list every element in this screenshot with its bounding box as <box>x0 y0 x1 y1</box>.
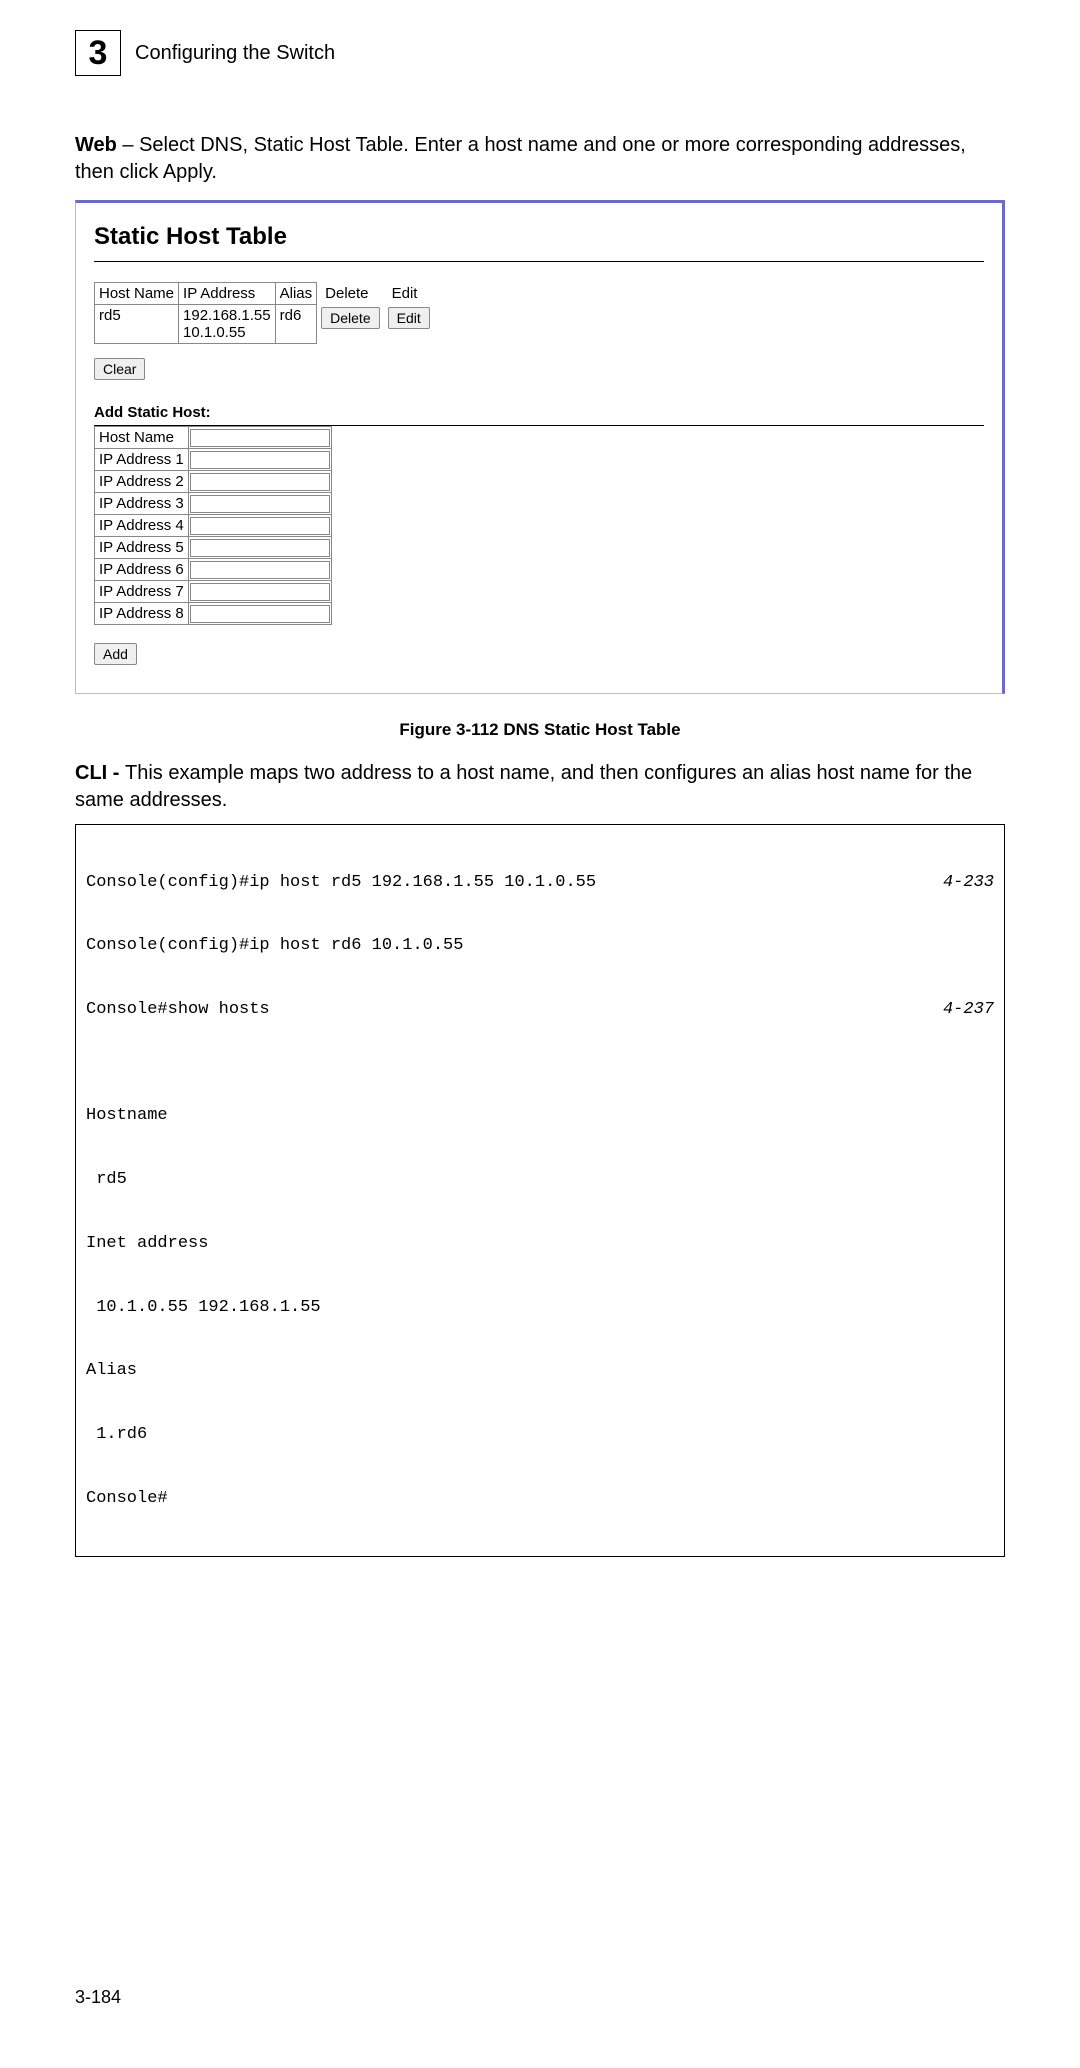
cli-line: Inet address <box>86 1233 208 1254</box>
cli-label: CLI - <box>75 762 125 784</box>
cli-line: Console#show hosts <box>86 999 270 1020</box>
cli-line: Console# <box>86 1488 168 1509</box>
col-delete: Delete <box>317 283 384 305</box>
field-label: IP Address 6 <box>95 559 189 581</box>
field-label: IP Address 7 <box>95 581 189 603</box>
ip-address-2-input[interactable] <box>190 473 330 491</box>
cli-line: rd5 <box>86 1169 127 1190</box>
chapter-number-box: 3 <box>75 30 121 76</box>
table-row: rd5 192.168.1.55 10.1.0.55 rd6 Delete Ed… <box>95 305 434 344</box>
col-ip-address: IP Address <box>179 283 276 305</box>
delete-button[interactable]: Delete <box>321 307 379 329</box>
cli-line: Hostname <box>86 1105 168 1126</box>
add-button[interactable]: Add <box>94 643 137 665</box>
field-label: IP Address 3 <box>95 493 189 515</box>
col-edit: Edit <box>384 283 434 305</box>
cli-ref: 4-237 <box>943 999 994 1020</box>
host-name-input[interactable] <box>190 429 330 447</box>
ip-address-6-input[interactable] <box>190 561 330 579</box>
web-label: Web <box>75 134 117 156</box>
cli-line: Console(config)#ip host rd5 192.168.1.55… <box>86 872 596 893</box>
figure-caption: Figure 3-112 DNS Static Host Table <box>75 720 1005 740</box>
edit-button[interactable]: Edit <box>388 307 430 329</box>
col-alias: Alias <box>275 283 317 305</box>
field-label: IP Address 4 <box>95 515 189 537</box>
host-table-header-row: Host Name IP Address Alias Delete Edit <box>95 283 434 305</box>
field-label: IP Address 2 <box>95 471 189 493</box>
cli-intro-paragraph: CLI - This example maps two address to a… <box>75 760 1005 814</box>
chapter-title: Configuring the Switch <box>135 42 335 65</box>
field-label: IP Address 8 <box>95 603 189 625</box>
cli-line: 10.1.0.55 192.168.1.55 <box>86 1297 321 1318</box>
ip-address-8-input[interactable] <box>190 605 330 623</box>
cli-intro-text: This example maps two address to a host … <box>75 762 972 811</box>
figure-title: Static Host Table <box>94 223 984 251</box>
clear-button[interactable]: Clear <box>94 358 145 380</box>
page-header: 3 Configuring the Switch <box>75 30 1005 76</box>
figure-frame: Static Host Table Host Name IP Address A… <box>75 200 1005 694</box>
cli-line: Console(config)#ip host rd6 10.1.0.55 <box>86 935 463 956</box>
field-label: IP Address 1 <box>95 449 189 471</box>
cell-alias: rd6 <box>275 305 317 344</box>
cli-line: Alias <box>86 1360 137 1381</box>
add-static-host-table: Host Name IP Address 1 IP Address 2 IP A… <box>94 426 332 625</box>
add-static-host-title: Add Static Host: <box>94 404 984 421</box>
ip-address-4-input[interactable] <box>190 517 330 535</box>
cli-output-block: Console(config)#ip host rd5 192.168.1.55… <box>75 824 1005 1557</box>
ip-address-1-input[interactable] <box>190 451 330 469</box>
cell-host-name: rd5 <box>95 305 179 344</box>
chapter-number: 3 <box>89 34 108 73</box>
field-label: Host Name <box>95 427 189 449</box>
ip-address-5-input[interactable] <box>190 539 330 557</box>
field-label: IP Address 5 <box>95 537 189 559</box>
ip-address-3-input[interactable] <box>190 495 330 513</box>
cell-ip-address: 192.168.1.55 10.1.0.55 <box>179 305 276 344</box>
web-intro-text: – Select DNS, Static Host Table. Enter a… <box>75 134 966 183</box>
cli-ref: 4-233 <box>943 872 994 893</box>
figure-divider <box>94 261 984 262</box>
col-host-name: Host Name <box>95 283 179 305</box>
host-table: Host Name IP Address Alias Delete Edit r… <box>94 282 434 344</box>
page-number: 3-184 <box>75 1987 1005 2008</box>
cli-line: 1.rd6 <box>86 1424 147 1445</box>
web-intro-paragraph: Web – Select DNS, Static Host Table. Ent… <box>75 132 1005 186</box>
ip-address-7-input[interactable] <box>190 583 330 601</box>
